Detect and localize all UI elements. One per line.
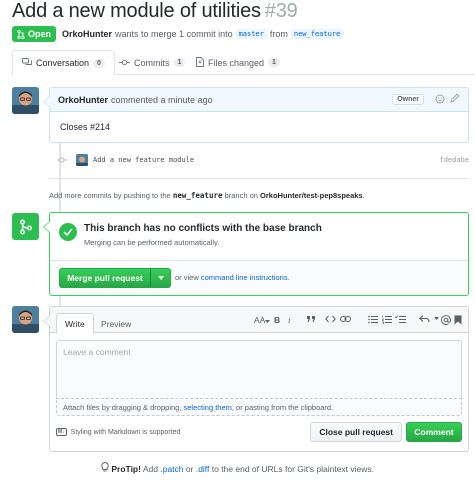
push-info-middle: branch on xyxy=(224,191,258,200)
reply-icon[interactable] xyxy=(418,315,431,325)
tab-files-changed[interactable]: Files changed 1 xyxy=(187,50,289,75)
comment-textarea[interactable]: Leave a comment xyxy=(56,340,462,398)
tab-label: Conversation xyxy=(36,58,90,68)
commit-row: Add a new feature module fdedabe xyxy=(57,152,469,168)
markdown-icon: M↓ xyxy=(56,428,67,436)
protip-text1: Add xyxy=(142,464,158,474)
select-files-link[interactable]: selecting them xyxy=(184,403,232,412)
ordered-list-icon[interactable] xyxy=(381,315,392,326)
merge-dropdown-toggle[interactable] xyxy=(150,269,170,287)
timeline-divider xyxy=(49,178,469,179)
reply-dropdown-icon[interactable] xyxy=(434,315,439,322)
merge-alt-suffix: . xyxy=(287,273,290,282)
merge-box: This branch has no conflicts with the ba… xyxy=(43,212,469,296)
merge-button-label: Merge pull request xyxy=(67,273,143,283)
attach-suffix: , or pasting from the clipboard. xyxy=(231,403,334,412)
command-line-instructions-link[interactable]: command line instructions xyxy=(201,273,288,282)
status-label: Open xyxy=(28,29,52,39)
protip-text3: to the end of URLs for Git's plaintext v… xyxy=(211,464,375,474)
bookmark-icon[interactable] xyxy=(454,315,462,327)
merge-alt-prefix: or view xyxy=(175,273,199,282)
commit-sha[interactable]: fdedabe xyxy=(439,156,469,164)
check-icon xyxy=(59,223,77,241)
push-info-suffix: . xyxy=(362,191,365,200)
tab-count: 0 xyxy=(93,58,105,68)
tab-commits[interactable]: Commits 1 xyxy=(110,50,194,75)
owner-badge: Owner xyxy=(392,94,424,105)
protip-text2: or xyxy=(185,464,194,474)
file-diff-icon xyxy=(196,56,204,69)
mention-icon[interactable] xyxy=(441,315,451,327)
editor-header: Write Preview AA B i xyxy=(50,307,468,334)
pr-meta: Open OrkoHunter wants to merge 1 commit … xyxy=(12,26,346,42)
pr-tabs: Conversation 0 Commits 1 Files changed 1 xyxy=(12,50,475,76)
push-info-prefix: Add more commits by pushing to the xyxy=(49,191,171,200)
author-link[interactable]: OrkoHunter xyxy=(62,29,112,39)
diff-link[interactable]: .diff xyxy=(196,464,210,474)
triangle-down-icon xyxy=(157,276,164,280)
patch-link[interactable]: .patch xyxy=(160,464,183,474)
from-text: from xyxy=(269,29,288,39)
comment-author[interactable]: OrkoHunter xyxy=(58,95,108,105)
link-icon[interactable] xyxy=(340,315,351,325)
commit-avatar[interactable] xyxy=(76,154,88,166)
tab-count: 1 xyxy=(173,58,186,67)
comment-editor: Write Preview AA B i Leave a comment Att… xyxy=(43,306,469,452)
git-commit-icon xyxy=(119,58,130,68)
comment-box: OrkoHunter commented a minute ago Owner … xyxy=(43,87,469,143)
quote-icon[interactable] xyxy=(306,315,316,325)
push-info-branch: new_feature xyxy=(172,191,223,200)
merge-title: This branch has no conflicts with the ba… xyxy=(84,223,322,234)
task-list-icon[interactable] xyxy=(395,315,406,326)
tab-write[interactable]: Write xyxy=(56,313,94,334)
merge-subtitle: Merging can be performed automatically. xyxy=(84,238,220,247)
pencil-icon[interactable] xyxy=(450,93,460,106)
pull-request-icon xyxy=(17,29,25,39)
tab-conversation[interactable]: Conversation 0 xyxy=(12,50,115,76)
pr-title: Add a new module of utilities #39 xyxy=(12,0,298,23)
comment-body: Closes #214 xyxy=(60,122,111,132)
comment-time[interactable]: commented a minute ago xyxy=(111,95,213,105)
meta-text: wants to merge 1 commit into xyxy=(115,29,233,39)
reaction-icon[interactable] xyxy=(435,93,446,107)
bold-tool[interactable]: B xyxy=(274,315,280,325)
git-merge-icon xyxy=(19,219,32,234)
commit-message[interactable]: Add a new feature module xyxy=(93,156,194,164)
merge-alt-text: or view command line instructions. xyxy=(175,273,290,282)
heading-tool-label: AA xyxy=(254,315,266,325)
comment-discussion-icon xyxy=(22,57,32,69)
protip: ProTip! Add .patch or .diff to the end o… xyxy=(0,462,475,474)
comment-button[interactable]: Comment xyxy=(406,422,462,442)
git-commit-icon xyxy=(57,155,67,165)
heading-tool[interactable]: AA xyxy=(254,315,271,325)
merge-footer: Merge pull request or view command line … xyxy=(50,260,468,295)
status-badge: Open xyxy=(12,26,57,42)
merge-pull-request-button[interactable]: Merge pull request xyxy=(59,268,171,288)
pr-title-text: Add a new module of utilities xyxy=(12,0,261,22)
tab-count: 1 xyxy=(268,58,280,67)
code-icon[interactable] xyxy=(325,315,336,325)
markdown-note-text: Styling with Markdown is supported xyxy=(70,428,181,436)
tab-label: Commits xyxy=(134,57,170,68)
avatar[interactable] xyxy=(12,87,39,114)
italic-tool[interactable]: i xyxy=(288,315,290,325)
timeline-line xyxy=(59,296,61,306)
attach-files-area[interactable]: Attach files by dragging & dropping, sel… xyxy=(56,398,462,416)
markdown-note[interactable]: M↓ Styling with Markdown is supported xyxy=(56,428,180,436)
unordered-list-icon[interactable] xyxy=(368,315,378,326)
push-info: Add more commits by pushing to the new_f… xyxy=(49,191,365,200)
head-branch[interactable]: new_feature xyxy=(290,29,344,39)
avatar[interactable] xyxy=(12,306,39,333)
lightbulb-icon xyxy=(101,462,111,474)
base-branch[interactable]: master xyxy=(235,29,267,39)
attach-prefix: Attach files by dragging & dropping, xyxy=(63,403,182,412)
close-pull-request-button[interactable]: Close pull request xyxy=(310,422,402,442)
push-info-repo: OrkoHunter/test-pep8speaks xyxy=(260,191,363,200)
pr-number: #39 xyxy=(264,0,298,22)
chevron-down-icon xyxy=(265,320,271,323)
tab-label: Files changed xyxy=(208,57,265,68)
tab-preview[interactable]: Preview xyxy=(93,313,139,334)
protip-label: ProTip! xyxy=(111,464,141,474)
merge-status-icon-box xyxy=(12,213,39,240)
